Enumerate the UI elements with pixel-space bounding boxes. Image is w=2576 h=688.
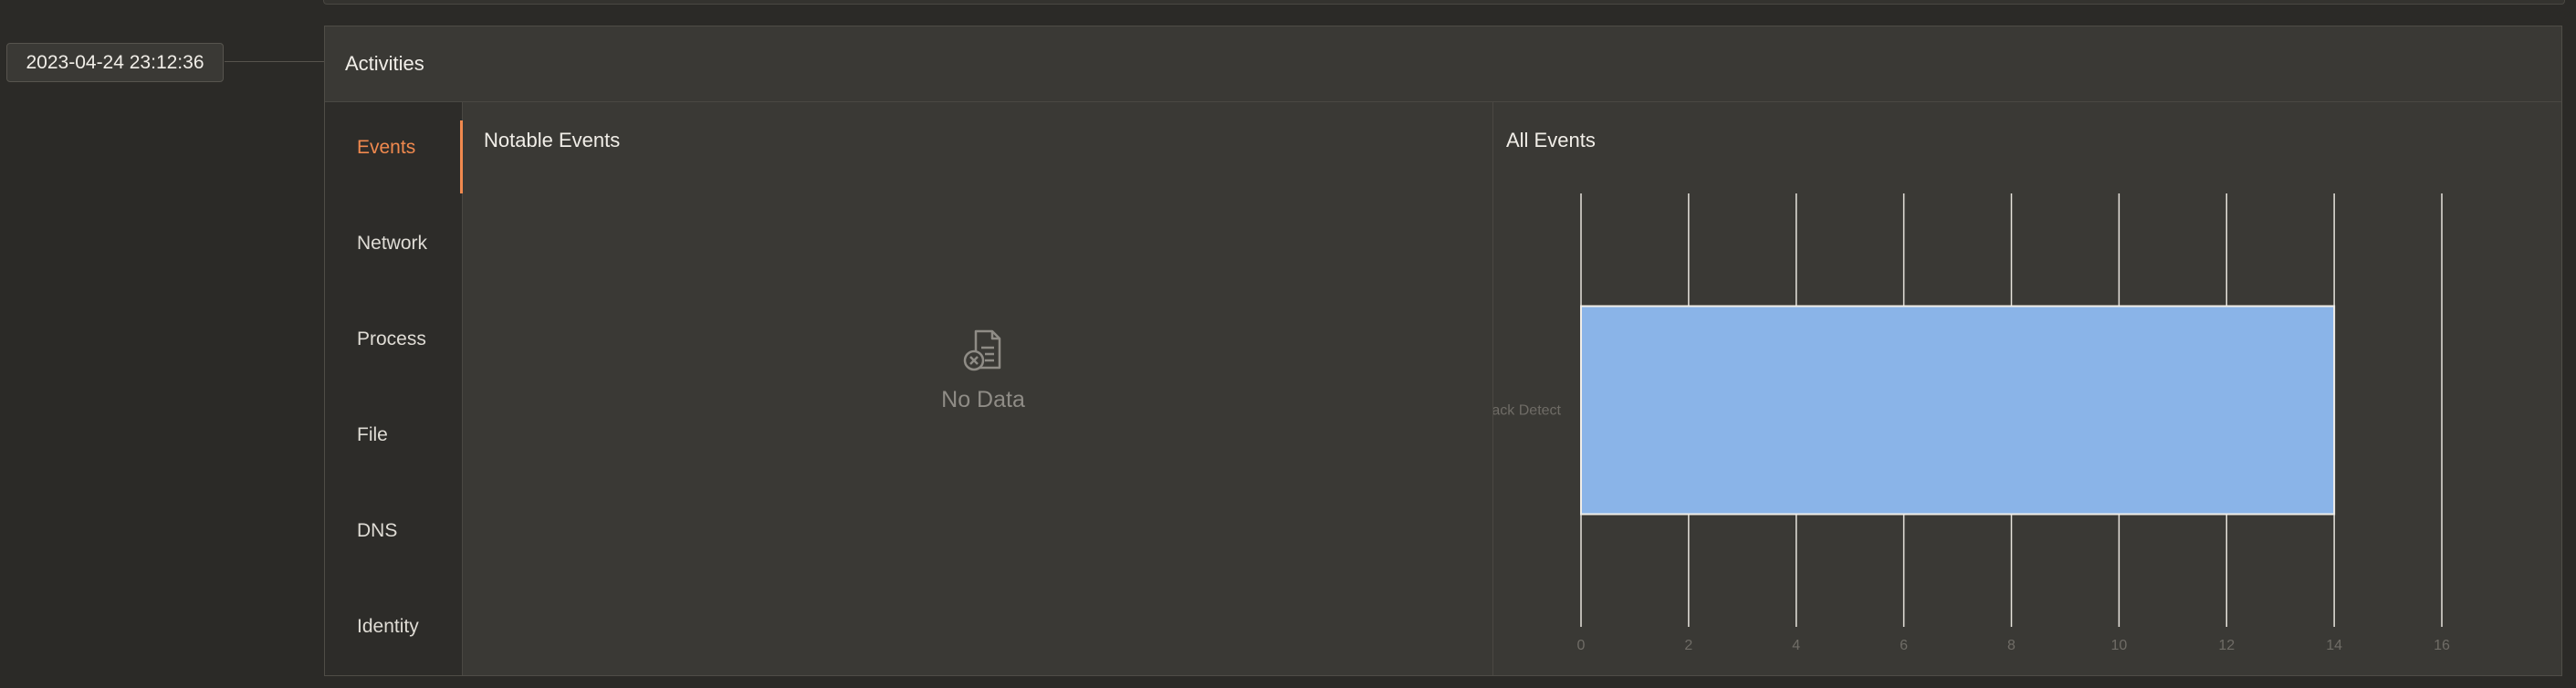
x-tick-label: 0 [1577,638,1586,653]
notable-events-title: Notable Events [484,129,621,151]
tab-network[interactable]: Network [325,207,462,280]
tab-identity[interactable]: Identity [325,590,462,663]
x-tick-label: 2 [1684,638,1692,653]
activity-tabs: Events Network Process File DNS Identity [325,102,463,675]
x-tick-label: 6 [1900,638,1908,653]
activities-panel: Activities Events Network Process File D… [324,26,2562,676]
x-tick-label: 16 [2434,638,2450,653]
bar-attack-detect[interactable] [1580,305,2336,516]
x-tick-label: 12 [2218,638,2235,653]
timeline-connector [225,61,325,62]
tab-dns[interactable]: DNS [325,495,462,568]
no-data-placeholder: No Data [919,326,1047,413]
tab-file[interactable]: File [325,399,462,472]
timeline-timestamp[interactable]: 2023-04-24 23:12:36 [6,43,224,82]
all-events-chart: 0 2 4 6 8 10 12 14 16 Attack Detect [1493,193,2450,653]
tab-events[interactable]: Events [325,111,463,193]
all-events-section: All Events 0246810121416Attack Detect [1493,102,2561,675]
no-data-text: No Data [941,387,1025,412]
no-data-document-icon [958,329,1009,380]
panel-body: Events Network Process File DNS Identity… [325,101,2561,675]
x-tick-label: 10 [2110,638,2127,653]
tab-process[interactable]: Process [325,303,462,376]
panel-title: Activities [345,52,424,75]
category-label: Attack Detect [1493,403,1562,419]
x-tick-label: 14 [2326,638,2342,653]
x-tick-label: 8 [2007,638,2016,653]
previous-panel-edge [323,0,2565,5]
notable-events-section: Notable Events No Data [463,102,1493,675]
x-tick-label: 4 [1792,638,1800,653]
